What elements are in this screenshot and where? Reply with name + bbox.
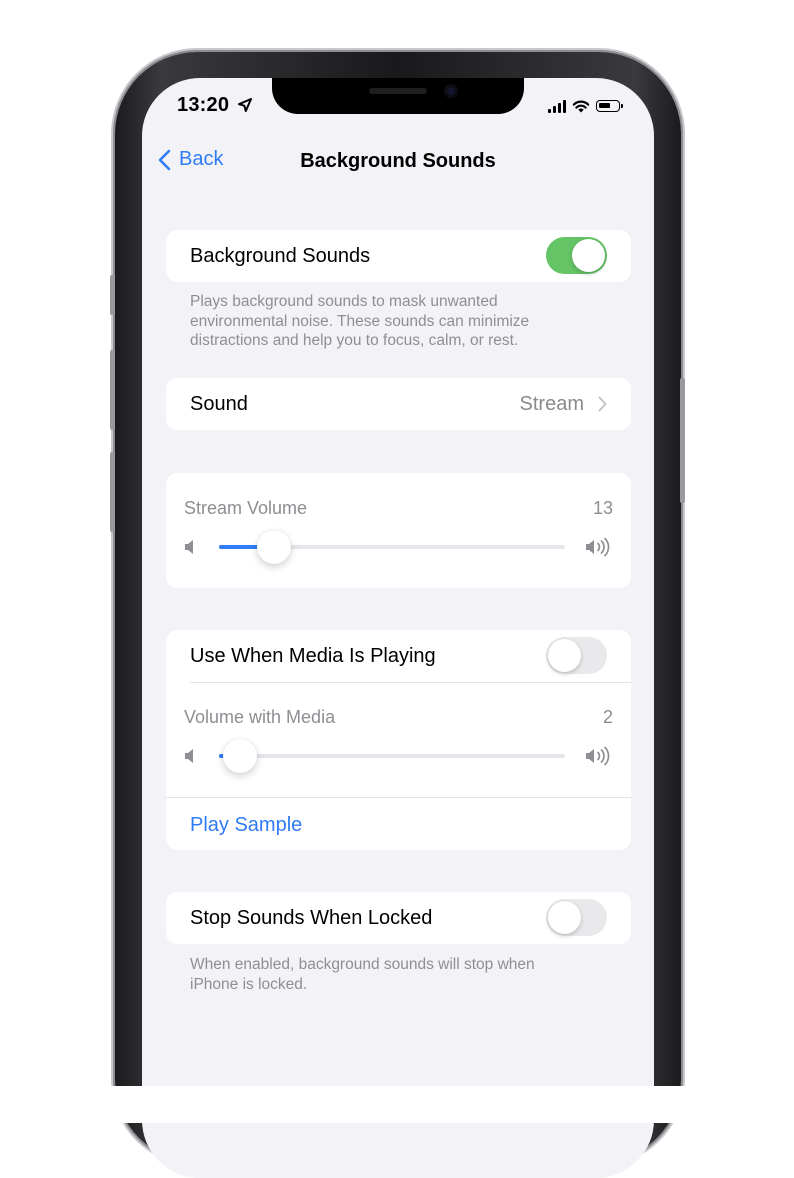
background-sounds-label: Background Sounds <box>190 245 371 267</box>
volume-high-icon <box>586 746 610 766</box>
stream-volume-slider[interactable] <box>219 530 565 564</box>
sound-label: Sound <box>190 393 248 415</box>
volume-high-icon <box>586 537 610 557</box>
divider <box>166 797 631 798</box>
volume-with-media-slider[interactable] <box>219 739 565 773</box>
location-arrow-icon <box>237 98 252 112</box>
chevron-right-icon <box>598 396 607 412</box>
phone-screen: 13:20 Back Background Sounds Background … <box>142 78 654 1178</box>
stop-when-locked-group: Stop Sounds When Locked <box>166 892 631 944</box>
play-sample-button[interactable]: Play Sample <box>190 814 302 837</box>
volume-up-button <box>110 350 115 430</box>
wifi-icon <box>572 100 590 113</box>
stop-when-locked-footnote: When enabled, background sounds will sto… <box>190 956 535 993</box>
status-icons <box>548 98 623 114</box>
action-button <box>110 275 115 315</box>
volume-low-icon <box>185 749 193 763</box>
stop-when-locked-label: Stop Sounds When Locked <box>190 907 433 929</box>
stream-volume-label: Stream Volume <box>184 498 308 518</box>
sound-value: Stream <box>519 393 584 415</box>
toggle-knob <box>548 639 581 672</box>
status-time-text: 13:20 <box>177 94 230 116</box>
background-sounds-toggle[interactable] <box>546 237 607 274</box>
stop-when-locked-toggle[interactable] <box>546 899 607 936</box>
divider <box>190 682 631 683</box>
status-time: 13:20 <box>177 94 252 117</box>
use-when-media-row: Use When Media Is Playing <box>166 630 631 682</box>
power-button <box>680 378 685 503</box>
toggle-knob <box>548 901 581 934</box>
use-when-media-label: Use When Media Is Playing <box>190 645 436 667</box>
notch <box>272 78 524 114</box>
volume-with-media-value: 2 <box>602 707 613 727</box>
media-group: Use When Media Is Playing Volume with Me… <box>166 630 631 850</box>
stop-when-locked-row: Stop Sounds When Locked <box>166 892 631 944</box>
earpiece-speaker <box>369 88 427 94</box>
front-camera <box>444 84 458 98</box>
volume-with-media-label: Volume with Media <box>184 707 336 727</box>
stream-volume-thumb[interactable] <box>257 530 292 564</box>
sound-group: Sound Stream <box>166 378 631 430</box>
sound-row[interactable]: Sound Stream <box>166 378 631 430</box>
stream-volume-value: 13 <box>592 498 613 518</box>
stream-volume-group: Stream Volume 13 <box>166 473 631 588</box>
background-sounds-group: Background Sounds <box>166 230 631 282</box>
signal-icon <box>548 99 566 113</box>
use-when-media-toggle[interactable] <box>546 637 607 674</box>
volume-with-media-thumb[interactable] <box>222 739 257 773</box>
background-sounds-footnote: Plays background sounds to mask unwanted… <box>190 293 530 349</box>
volume-down-button <box>110 452 115 532</box>
background-sounds-row: Background Sounds <box>166 230 631 282</box>
toggle-knob <box>572 239 605 272</box>
page-title: Background Sounds <box>300 150 496 172</box>
page-margin <box>0 1086 794 1123</box>
volume-low-icon <box>185 540 193 554</box>
battery-icon <box>596 100 623 112</box>
